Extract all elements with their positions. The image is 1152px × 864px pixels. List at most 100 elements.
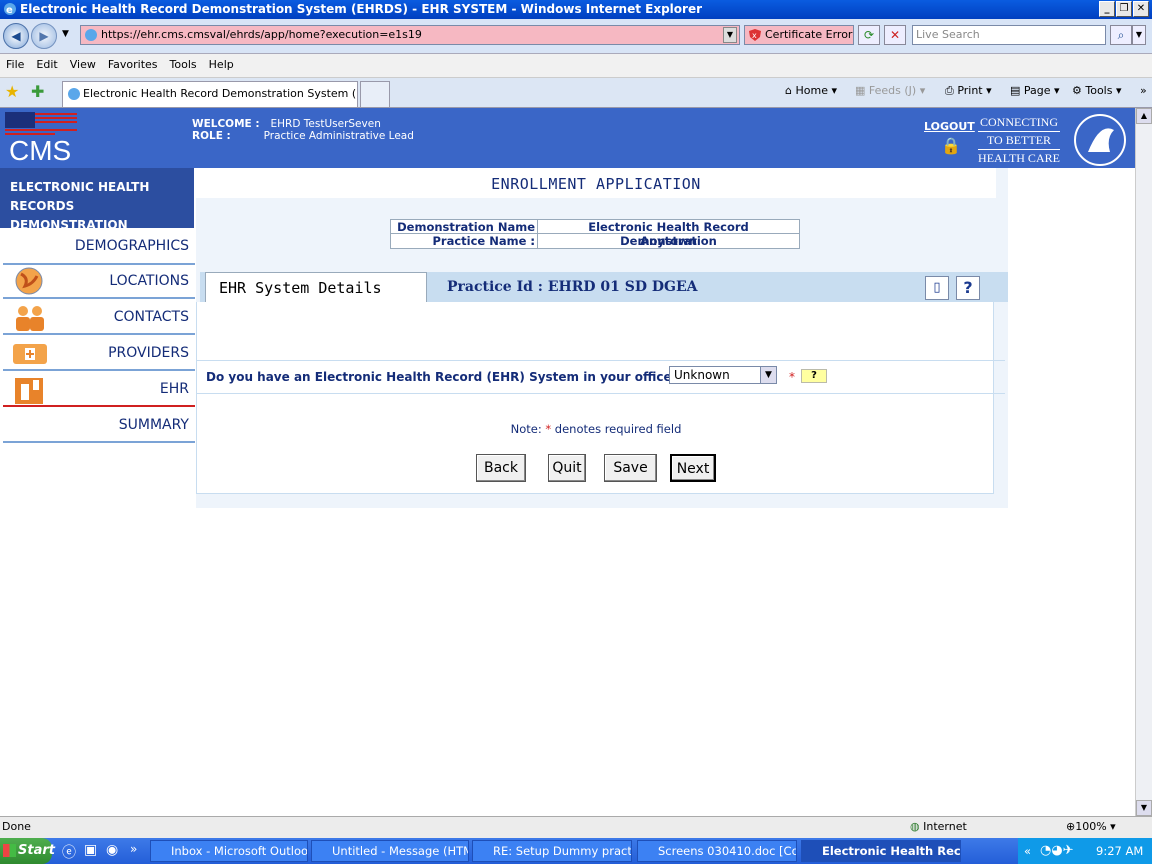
ehr-select-value: Unknown xyxy=(674,368,730,382)
zoom-icon: ⊕ xyxy=(1066,820,1076,833)
new-tab-button[interactable] xyxy=(360,81,390,107)
stop-icon[interactable]: ✕ xyxy=(884,25,906,45)
welcome-label: WELCOME : xyxy=(192,118,260,130)
page-title: ENROLLMENT APPLICATION xyxy=(196,168,996,198)
sidebar-item-ehr[interactable]: EHR xyxy=(3,373,195,407)
copy-document-icon[interactable]: ▯ xyxy=(925,276,949,300)
task-re-setup[interactable]: RE: Setup Dummy practi... xyxy=(472,840,632,862)
quicklaunch-more-icon[interactable]: » xyxy=(130,842,137,856)
sidebar-item-demographics[interactable]: DEMOGRAPHICS xyxy=(3,229,195,265)
favorites-star-icon[interactable]: ★ xyxy=(5,82,19,101)
demo-name-label: Demonstration Name : xyxy=(391,220,538,248)
sidebar-title-line1: ELECTRONIC HEALTH RECORDS xyxy=(10,180,150,213)
history-dropdown-icon[interactable]: ▼ xyxy=(62,29,69,39)
shield-error-icon: x xyxy=(749,29,761,41)
menu-tools[interactable]: Tools xyxy=(164,54,203,76)
ie-quicklaunch-icon[interactable]: ⓔ xyxy=(62,842,76,862)
close-button[interactable]: ✕ xyxy=(1133,1,1149,17)
menu-help[interactable]: Help xyxy=(203,54,240,76)
sidebar-item-locations[interactable]: LOCATIONS xyxy=(3,265,195,299)
required-note: Note: * denotes required field xyxy=(197,422,995,436)
task-ehr-browser[interactable]: Electronic Health Rec... xyxy=(801,840,961,862)
tab-ehr-system-details[interactable]: EHR System Details xyxy=(205,272,427,302)
back-nav-button[interactable]: ◀ xyxy=(3,23,29,49)
live-search-input[interactable]: Live Search xyxy=(912,25,1106,45)
add-favorite-icon[interactable]: ✚ xyxy=(31,82,44,101)
scroll-down-icon[interactable]: ▼ xyxy=(1136,800,1152,816)
start-label: Start xyxy=(18,843,55,858)
minimize-button[interactable]: _ xyxy=(1099,1,1115,17)
address-dropdown-icon[interactable]: ▼ xyxy=(723,27,737,43)
tagline-line2: TO BETTER xyxy=(978,132,1060,150)
sidebar-item-contacts[interactable]: CONTACTS xyxy=(3,301,195,335)
page-label: Page xyxy=(1023,84,1051,97)
start-button[interactable]: Start xyxy=(0,838,55,864)
next-button[interactable]: Next xyxy=(670,454,716,482)
sidebar-item-summary[interactable]: SUMMARY xyxy=(3,409,195,443)
menu-edit[interactable]: Edit xyxy=(30,54,63,76)
vertical-scrollbar[interactable]: ▲ ▼ xyxy=(1135,108,1152,816)
search-dropdown-icon[interactable]: ▼ xyxy=(1132,25,1146,45)
task-screens-doc[interactable]: Screens 030410.doc [Co... xyxy=(637,840,797,862)
tray-app-icons[interactable]: ◔◕✈ xyxy=(1040,838,1074,864)
chevron-down-icon: ▼ xyxy=(760,367,776,383)
menu-view[interactable]: View xyxy=(64,54,102,76)
search-icon[interactable]: ⌕ xyxy=(1110,25,1132,45)
required-asterisk: * xyxy=(789,370,795,384)
people-icon xyxy=(16,306,44,331)
back-button[interactable]: Back xyxy=(476,454,526,482)
task-untitled-message[interactable]: Untitled - Message (HTML) xyxy=(311,840,469,862)
feeds-command[interactable]: ▦ Feeds (J) ▾ xyxy=(855,84,925,97)
tab-title: Electronic Health Record Demonstration S… xyxy=(83,87,357,100)
home-command[interactable]: ⌂ Home ▾ xyxy=(785,84,837,97)
windows-logo-icon xyxy=(3,844,16,857)
save-button[interactable]: Save xyxy=(604,454,657,482)
quit-button[interactable]: Quit xyxy=(548,454,586,482)
help-icon[interactable]: ? xyxy=(956,276,980,300)
print-command[interactable]: ⎙ Print ▾ xyxy=(945,84,992,98)
page-icon xyxy=(85,29,97,41)
zone-indicator: ◍ Internet xyxy=(910,817,967,837)
feeds-icon: ▦ xyxy=(855,84,866,97)
sidebar-item-providers[interactable]: PROVIDERS xyxy=(3,337,195,371)
tools-command[interactable]: ⚙ Tools ▾ xyxy=(1072,84,1122,97)
tagline-line1: CONNECTING xyxy=(978,114,1060,132)
ehr-system-select[interactable]: Unknown ▼ xyxy=(669,366,777,384)
sidebar-item-label: CONTACTS xyxy=(113,309,189,325)
status-bar: Done ◍ Internet ⊕100% ▾ xyxy=(0,816,1152,838)
main-content: ENROLLMENT APPLICATION Demonstration Nam… xyxy=(196,168,1008,508)
note-text: denotes required field xyxy=(554,422,682,436)
demo-name-value: Electronic Health Record Demonstration xyxy=(588,220,749,248)
address-input[interactable]: https://ehr.cms.cmsval/ehrds/app/home?ex… xyxy=(80,25,740,45)
printer-icon: ⎙ xyxy=(945,84,954,97)
ie-icon: e xyxy=(4,3,16,16)
section-header-bar: EHR System Details Practice Id : EHRD 01… xyxy=(200,272,1008,302)
zoom-control[interactable]: ⊕100% ▾ xyxy=(1066,817,1116,837)
page-command[interactable]: ▤ Page ▾ xyxy=(1010,84,1060,97)
gear-icon: ⚙ xyxy=(1072,84,1082,97)
maximize-button[interactable]: ❐ xyxy=(1116,1,1132,17)
chevron-more-icon[interactable]: » xyxy=(1140,84,1147,97)
tab-ehrds[interactable]: Electronic Health Record Demonstration S… xyxy=(62,81,358,107)
ambulance-icon xyxy=(13,344,47,364)
tagline-line3: HEALTH CARE xyxy=(978,151,1060,165)
tray-expand-icon[interactable]: « xyxy=(1024,838,1031,864)
forward-nav-button[interactable]: ▶ xyxy=(31,23,57,49)
certificate-error-button[interactable]: x Certificate Error xyxy=(744,25,854,45)
menu-file[interactable]: File xyxy=(0,54,30,76)
outlook-quicklaunch-icon[interactable]: ▣ xyxy=(84,842,97,858)
task-outlook-inbox[interactable]: Inbox - Microsoft Outlook xyxy=(150,840,308,862)
zone-label: Internet xyxy=(923,820,967,833)
zoom-label: 100% xyxy=(1075,820,1107,833)
media-quicklaunch-icon[interactable]: ◉ xyxy=(106,842,118,858)
certificate-error-label: Certificate Error xyxy=(765,28,853,41)
scroll-up-icon[interactable]: ▲ xyxy=(1136,108,1152,124)
menu-favorites[interactable]: Favorites xyxy=(102,54,164,76)
refresh-icon[interactable]: ⟳ xyxy=(858,25,880,45)
logout-link[interactable]: LOGOUT xyxy=(924,120,975,133)
field-help-button[interactable]: ? xyxy=(801,369,827,383)
taskbar: Start ⓔ ▣ ◉ » Inbox - Microsoft Outlook … xyxy=(0,838,1152,864)
note-asterisk: * xyxy=(545,422,552,436)
print-label: Print xyxy=(957,84,983,97)
globe-icon xyxy=(15,267,43,295)
